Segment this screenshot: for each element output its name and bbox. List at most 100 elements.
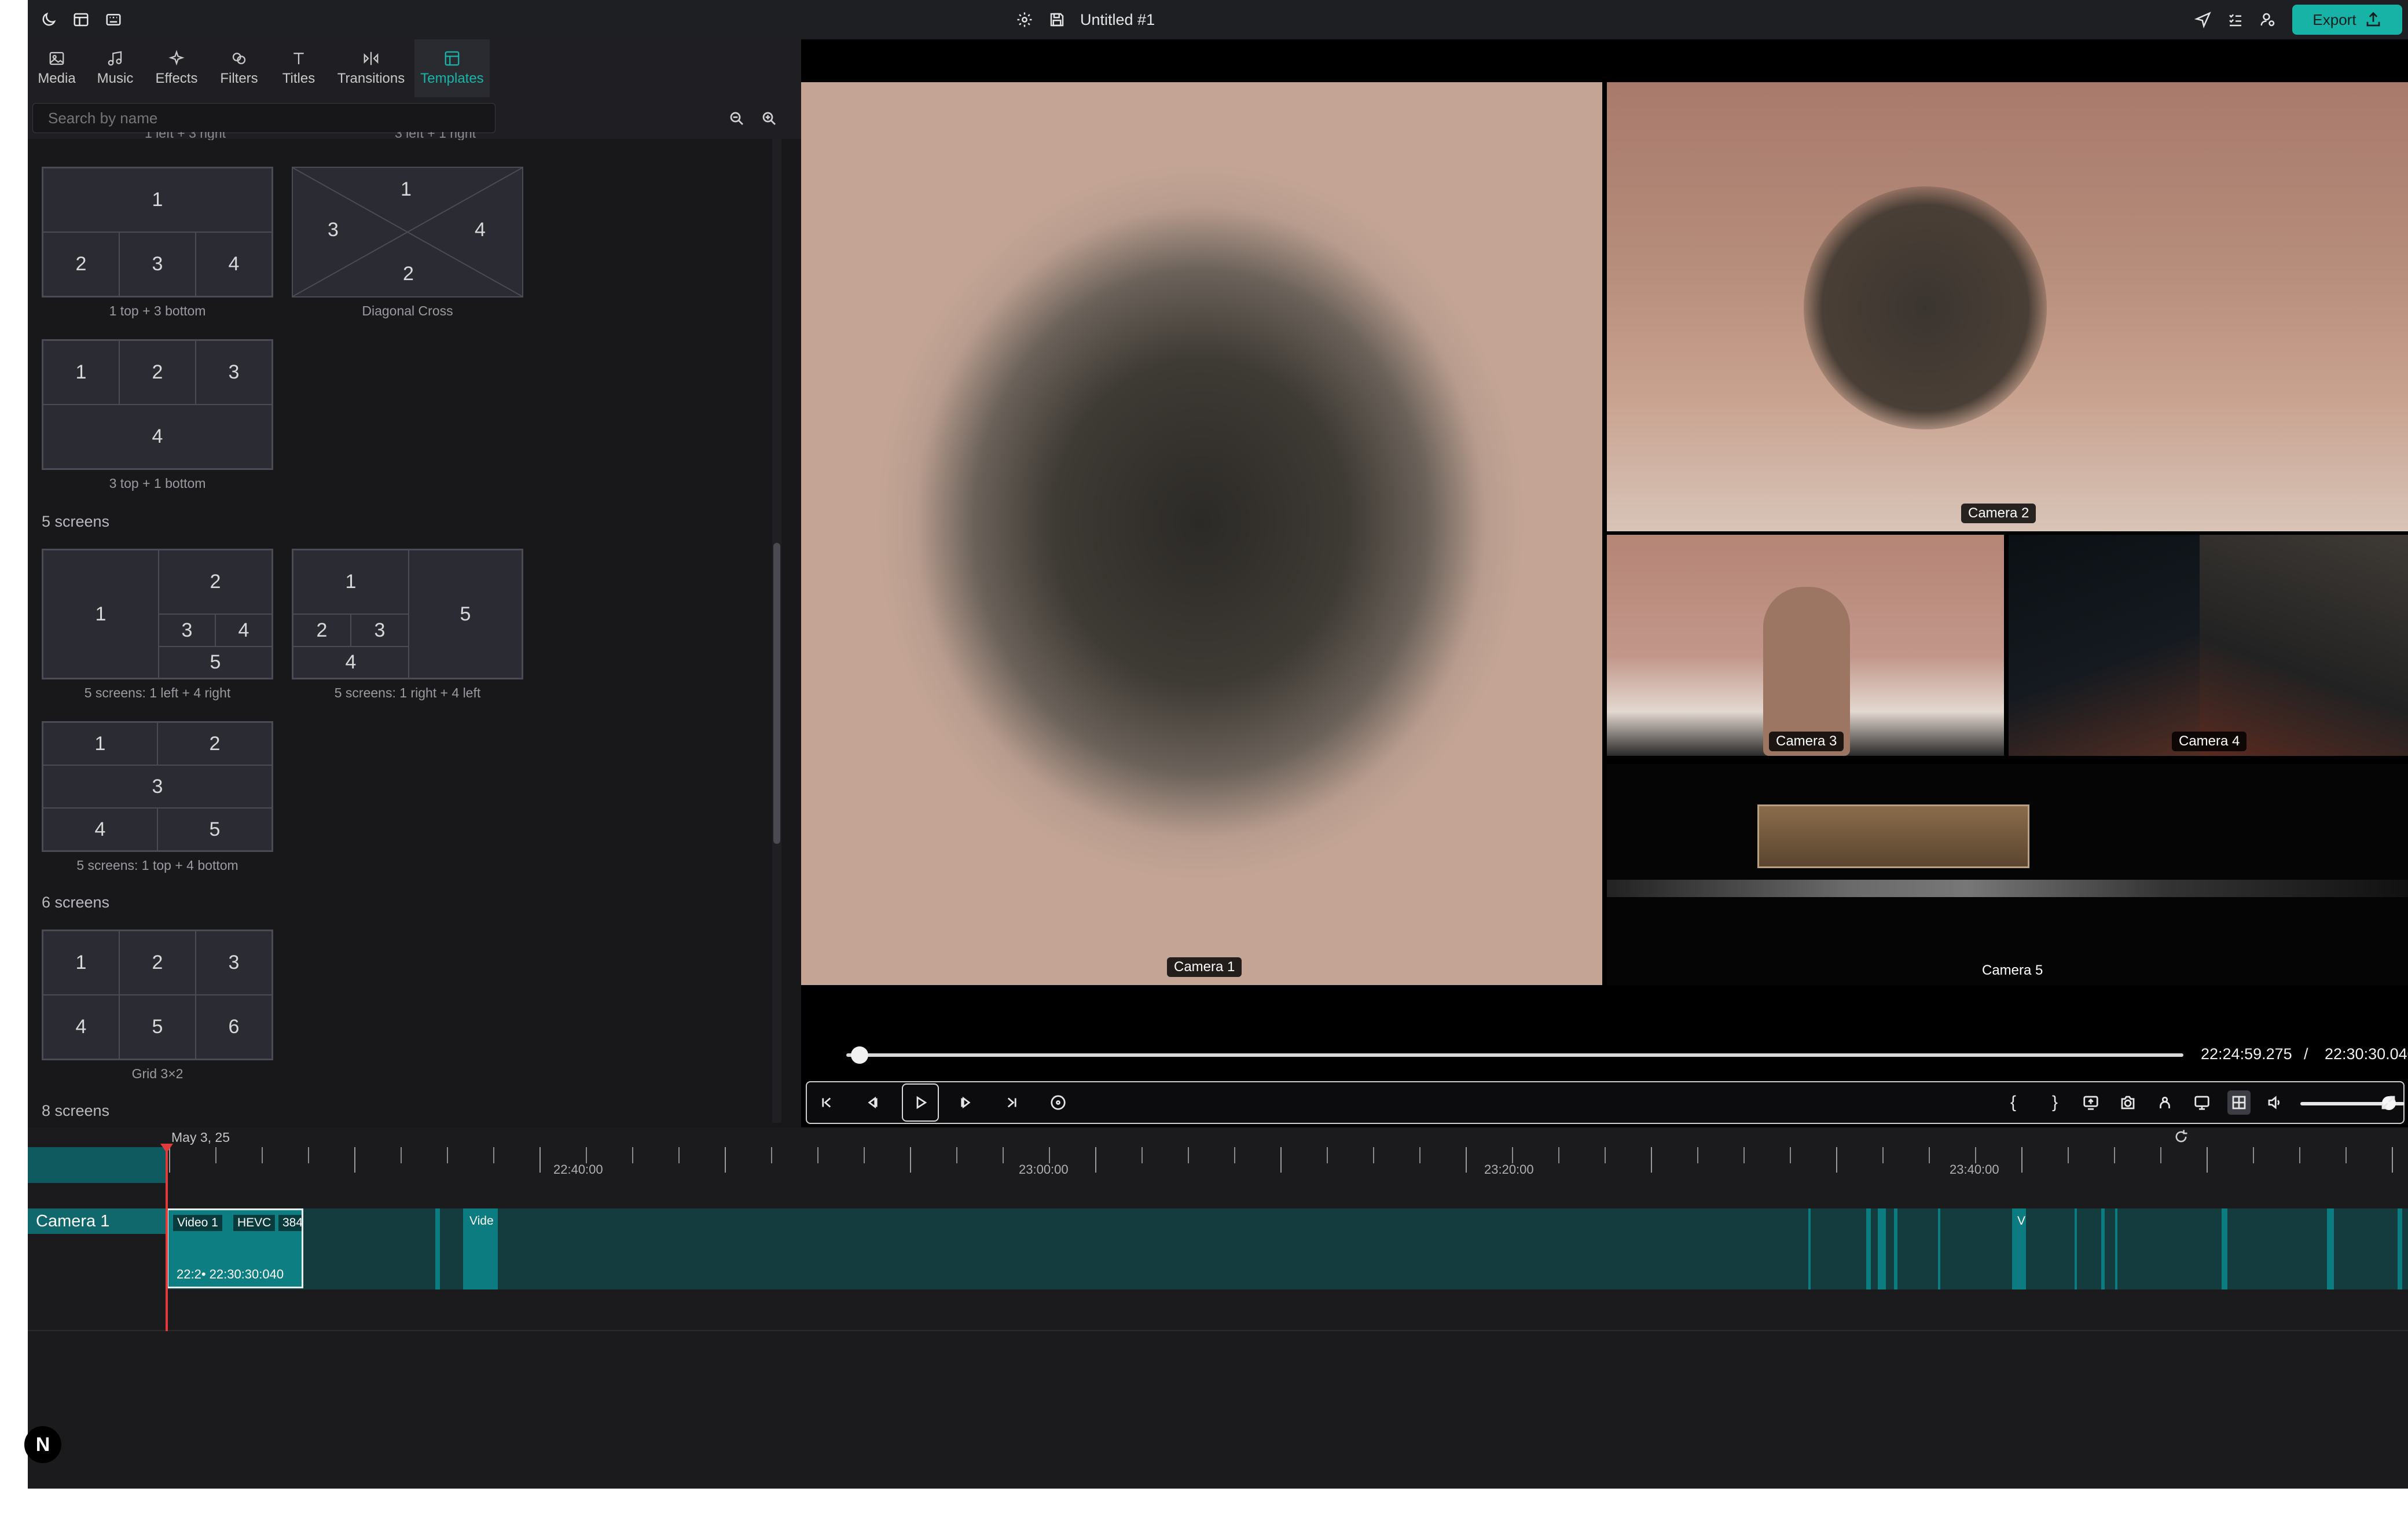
- playback-controls: { }: [806, 1081, 2405, 1124]
- playback-scrubber[interactable]: 22:24:59.275 / 22:30:30.040: [806, 1030, 2408, 1082]
- camera-1-feed[interactable]: Camera 1: [801, 82, 1602, 985]
- settings-gear-icon[interactable]: [1014, 9, 1035, 30]
- skip-start-icon[interactable]: [815, 1090, 838, 1115]
- tab-music[interactable]: Music: [86, 39, 145, 97]
- project-title[interactable]: Untitled #1: [1080, 9, 1155, 30]
- track-name-camera-1[interactable]: Camera 1: [28, 1208, 167, 1234]
- camera-2-feed[interactable]: Camera 2: [1607, 82, 2408, 531]
- timeline-clip[interactable]: V: [2012, 1208, 2026, 1289]
- tab-media-label: Media: [38, 71, 76, 86]
- zoom-in-icon[interactable]: [761, 110, 778, 127]
- clip-chip-resolution: 3840: [278, 1215, 302, 1231]
- template-diagonal-cross[interactable]: 1 3 4 2: [292, 167, 523, 297]
- ruler-tick: [1188, 1147, 1189, 1163]
- ruler-tick: [1003, 1147, 1004, 1163]
- theme-moon-icon[interactable]: [38, 9, 59, 30]
- template-1-top-4-bottom[interactable]: 1 2 3 4 5: [42, 721, 273, 852]
- ruler-tick: [1049, 1147, 1050, 1163]
- template-1-right-4-left[interactable]: 1 2 3 4 5: [292, 549, 523, 679]
- ruler-tick: [1234, 1147, 1235, 1163]
- current-time: 22:24:59.275: [2201, 1045, 2292, 1063]
- timeline-clip[interactable]: [1938, 1208, 1940, 1289]
- n-badge-icon[interactable]: N: [24, 1426, 61, 1463]
- camera-4-feed[interactable]: Camera 4: [2009, 535, 2408, 756]
- camera-snapshot-icon[interactable]: [2116, 1090, 2139, 1115]
- ruler-tick: [817, 1147, 818, 1163]
- tab-effects-label: Effects: [155, 71, 198, 86]
- export-button[interactable]: Export: [2292, 5, 2402, 35]
- fullscreen-icon[interactable]: [2377, 1090, 2400, 1115]
- monitor-icon[interactable]: [2190, 1090, 2214, 1115]
- camera-3-subject: [1763, 587, 1850, 756]
- template-1-left-4-right[interactable]: 1 2 3 4 5: [42, 549, 273, 679]
- timeline-clip[interactable]: [2101, 1208, 2105, 1289]
- library-panel: Media Music Effects Filters Titles Trans…: [28, 39, 801, 1127]
- timeline-clip[interactable]: [2222, 1208, 2227, 1289]
- search-input[interactable]: [32, 103, 495, 133]
- text-t-icon: [293, 53, 304, 64]
- play-button[interactable]: [902, 1083, 939, 1122]
- timeline-clip[interactable]: [2075, 1208, 2077, 1289]
- keyboard-icon[interactable]: [103, 9, 124, 30]
- mark-out-icon[interactable]: }: [2043, 1090, 2066, 1115]
- tab-templates[interactable]: Templates: [414, 39, 490, 97]
- grid-layout-icon[interactable]: [2227, 1090, 2251, 1115]
- scrubber-track[interactable]: [846, 1053, 2183, 1057]
- tick-label: 22:40:00: [553, 1162, 603, 1177]
- tab-templates-label: Templates: [420, 71, 484, 86]
- refresh-icon[interactable]: [2173, 1129, 2189, 1145]
- clip-chip-name: Video 1: [173, 1215, 222, 1231]
- record-circle-icon[interactable]: [1047, 1090, 1070, 1115]
- zoom-out-icon[interactable]: [728, 110, 746, 127]
- ruler-tick: [308, 1147, 309, 1163]
- total-duration: 22:30:30.040: [2325, 1045, 2408, 1063]
- save-disk-icon[interactable]: [1047, 9, 1067, 30]
- timeline-clip[interactable]: [1894, 1208, 1897, 1289]
- camera-5-feed[interactable]: Camera 5: [1607, 764, 2408, 985]
- template-caption: 3 top + 1 bottom: [109, 476, 206, 491]
- template-1-top-3-bottom[interactable]: 1 2 3 4: [42, 167, 273, 297]
- send-icon[interactable]: [2193, 9, 2214, 30]
- tab-media[interactable]: Media: [28, 39, 86, 97]
- timeline-clip[interactable]: [2327, 1208, 2334, 1289]
- track-camera-1[interactable]: Vide V: [168, 1208, 2408, 1289]
- timeline-clip[interactable]: [2115, 1208, 2117, 1289]
- tab-filters[interactable]: Filters: [208, 39, 270, 97]
- template-cell: 1: [43, 340, 119, 405]
- user-settings-icon[interactable]: [2258, 9, 2278, 30]
- step-back-icon[interactable]: [861, 1090, 884, 1115]
- timeline-clip[interactable]: [1878, 1208, 1886, 1289]
- timeline: May 3, 25 22:40:00 23:00:00 23:20:00 23:…: [28, 1127, 2408, 1489]
- camera-3-feed[interactable]: Camera 3: [1607, 535, 2004, 756]
- template-3-top-1-bottom[interactable]: 1 2 3 4: [42, 339, 273, 470]
- camera-label: Camera 5: [1982, 962, 2043, 978]
- timeline-clip[interactable]: [2398, 1208, 2402, 1289]
- ruler-tick: [493, 1147, 494, 1163]
- timeline-clip[interactable]: [435, 1208, 440, 1289]
- ruler-tick: [1975, 1147, 1976, 1163]
- tab-titles[interactable]: Titles: [270, 39, 328, 97]
- timeline-clip[interactable]: Vide: [463, 1208, 498, 1289]
- panel-scrollbar-thumb[interactable]: [773, 543, 780, 844]
- playhead[interactable]: [166, 1144, 168, 1331]
- tab-effects[interactable]: Effects: [145, 39, 208, 97]
- ai-person-icon[interactable]: [2153, 1090, 2176, 1115]
- timeline-clip[interactable]: [1866, 1208, 1871, 1289]
- step-forward-icon[interactable]: [954, 1090, 977, 1115]
- screen-share-icon[interactable]: [2079, 1090, 2102, 1115]
- time-ruler[interactable]: 22:40:00 23:00:00 23:20:00 23:40:00: [167, 1127, 2408, 1183]
- clip-label: Vide: [469, 1214, 494, 1228]
- tab-music-label: Music: [97, 71, 134, 86]
- template-grid-3x2[interactable]: 1 2 3 4 5 6: [42, 930, 273, 1060]
- mark-in-icon[interactable]: {: [2002, 1090, 2025, 1115]
- checklist-icon[interactable]: [2225, 9, 2246, 30]
- tab-transitions[interactable]: Transitions: [328, 39, 414, 97]
- scrubber-handle[interactable]: [850, 1046, 868, 1064]
- ruler-tick: [586, 1147, 587, 1163]
- volume-icon[interactable]: [2264, 1090, 2285, 1115]
- layout-panels-icon[interactable]: [71, 9, 91, 30]
- skip-end-icon[interactable]: [1000, 1090, 1023, 1115]
- timeline-clip[interactable]: [1808, 1208, 1811, 1289]
- selected-clip[interactable]: Video 1 HEVC 3840 22:2• 22:30:30:040: [167, 1208, 303, 1288]
- template-caption: 5 screens: 1 left + 4 right: [84, 685, 231, 700]
